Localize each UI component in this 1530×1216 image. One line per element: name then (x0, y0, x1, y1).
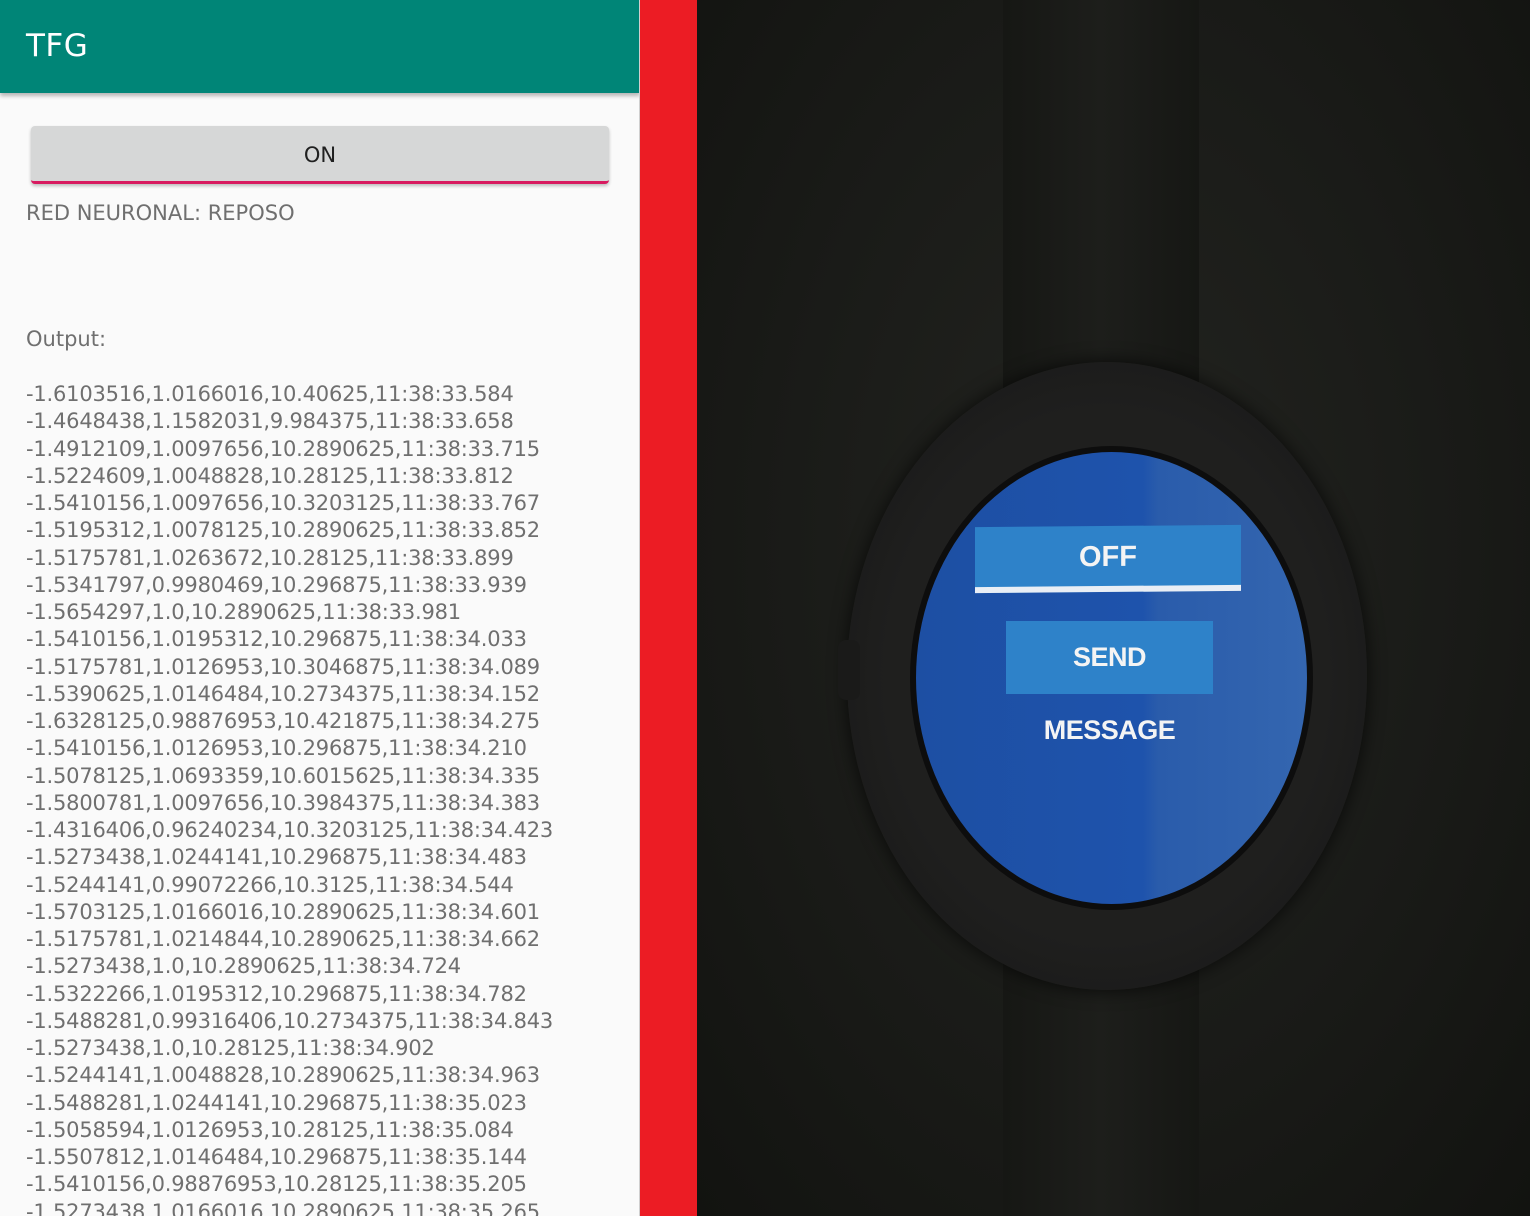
output-line: -1.4316406,0.96240234,10.3203125,11:38:3… (26, 818, 554, 842)
output-line: -1.5703125,1.0166016,10.2890625,11:38:34… (26, 899, 540, 924)
output-line: -1.5410156,1.0126953,10.296875,11:38:34.… (26, 736, 527, 761)
app-title: TFG (26, 28, 89, 64)
output-line: -1.5507812,1.0146484,10.296875,11:38:35.… (26, 1145, 527, 1169)
output-line: -1.5175781,1.0126953,10.3046875,11:38:34… (26, 654, 540, 679)
output-line: -1.6103516,1.0166016,10.40625,11:38:33.5… (26, 382, 514, 406)
watch-strap-top (1003, 0, 1199, 420)
app-bar: TFG (0, 0, 639, 93)
output-log: -1.6103516,1.0166016,10.40625,11:38:33.5… (26, 381, 553, 1216)
neural-network-status: RED NEURONAL: REPOSO (26, 201, 295, 225)
output-line: -1.5273438,1.0,10.2890625,11:38:34.724 (26, 954, 461, 979)
smartwatch-photo: OFF SEND MESSAGE (697, 0, 1530, 1216)
output-line: -1.5322266,1.0195312,10.296875,11:38:34.… (26, 981, 527, 1006)
output-line: -1.5175781,1.0214844,10.2890625,11:38:34… (26, 927, 540, 951)
output-line: -1.5488281,1.0244141,10.296875,11:38:35.… (26, 1090, 527, 1115)
output-line: -1.5273438,1.0166016,10.2890625,11:38:35… (26, 1199, 540, 1216)
watch-off-toggle-button[interactable]: OFF (975, 524, 1241, 594)
output-line: -1.5410156,1.0097656,10.3203125,11:38:33… (26, 491, 540, 515)
output-line: -1.5195312,1.0078125,10.2890625,11:38:33… (26, 518, 540, 543)
output-line: -1.4648438,1.1582031,9.984375,11:38:33.6… (26, 409, 514, 434)
output-line: -1.6328125,0.98876953,10.421875,11:38:34… (26, 709, 540, 733)
output-line: -1.5341797,0.9980469,10.296875,11:38:33.… (26, 572, 527, 597)
output-line: -1.5654297,1.0,10.2890625,11:38:33.981 (26, 600, 461, 624)
output-line: -1.5410156,1.0195312,10.296875,11:38:34.… (26, 627, 527, 652)
output-label: Output: (26, 327, 107, 351)
output-line: -1.5224609,1.0048828,10.28125,11:38:33.8… (26, 463, 514, 488)
output-line: -1.5390625,1.0146484,10.2734375,11:38:34… (26, 681, 540, 706)
output-line: -1.5800781,1.0097656,10.3984375,11:38:34… (26, 790, 540, 815)
watch-strap-bottom (1003, 960, 1199, 1216)
output-line: -1.5175781,1.0263672,10.28125,11:38:33.8… (26, 545, 514, 570)
on-toggle-button[interactable]: ON (31, 126, 609, 184)
red-divider (640, 0, 697, 1216)
output-line: -1.5488281,0.99316406,10.2734375,11:38:3… (26, 1008, 554, 1033)
output-line: -1.5078125,1.0693359,10.6015625,11:38:34… (26, 763, 540, 788)
output-line: -1.5410156,0.98876953,10.28125,11:38:35.… (26, 1172, 527, 1197)
watch-crown (838, 640, 860, 700)
output-line: -1.5244141,0.99072266,10.3125,11:38:34.5… (26, 872, 514, 897)
watch-send-message-button[interactable]: SEND MESSAGE (1006, 621, 1213, 745)
output-line: -1.5273438,1.0,10.28125,11:38:34.902 (26, 1036, 435, 1060)
phone-app-screen: TFG ON RED NEURONAL: REPOSO Output: -1.6… (0, 0, 640, 1216)
output-line: -1.4912109,1.0097656,10.2890625,11:38:33… (26, 436, 540, 461)
output-line: -1.5058594,1.0126953,10.28125,11:38:35.0… (26, 1117, 514, 1142)
output-line: -1.5244141,1.0048828,10.2890625,11:38:34… (26, 1063, 540, 1088)
output-line: -1.5273438,1.0244141,10.296875,11:38:34.… (26, 845, 527, 870)
